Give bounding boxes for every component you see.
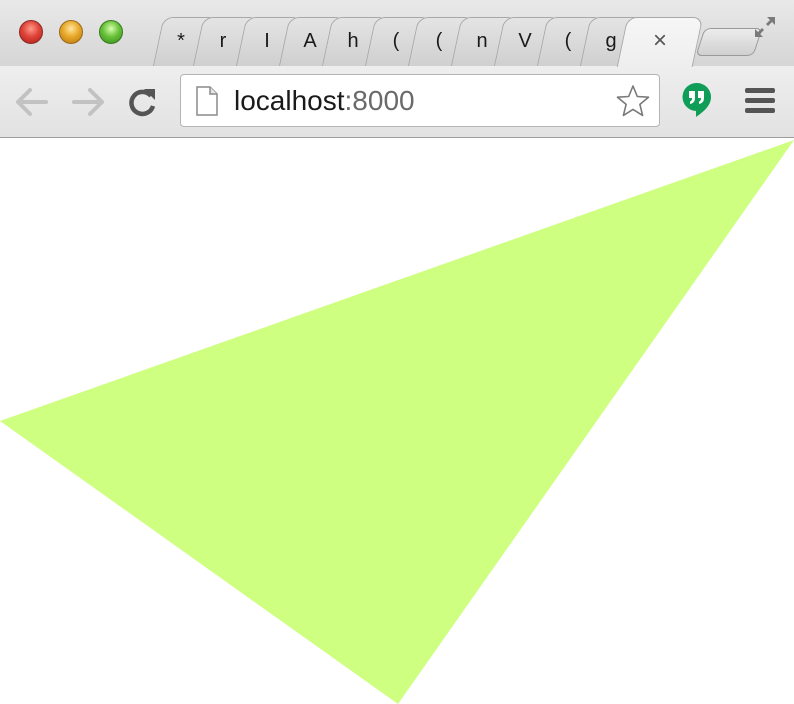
hamburger-menu-icon[interactable]: [744, 86, 776, 116]
tab-label: (: [435, 30, 443, 52]
tab-label: I: [264, 30, 270, 52]
tab-label: *: [177, 30, 185, 52]
tab-label: h: [347, 30, 359, 52]
tab-label: (: [564, 30, 572, 52]
minimize-window-button[interactable]: [59, 20, 83, 44]
browser-window: * r I A h ( ( n V ( g × localhost:8000: [0, 0, 794, 704]
tab-label: A: [303, 30, 317, 52]
fullscreen-icon[interactable]: [752, 14, 778, 40]
page-icon: [196, 86, 218, 116]
reload-icon[interactable]: [124, 84, 160, 120]
tab-label: n: [476, 30, 488, 52]
url-text: localhost:8000: [234, 86, 415, 116]
tab-label: V: [518, 30, 532, 52]
toolbar: localhost:8000: [0, 66, 794, 138]
zoom-window-button[interactable]: [99, 20, 123, 44]
canvas: [0, 140, 794, 704]
url-host: localhost: [234, 85, 345, 116]
close-window-button[interactable]: [19, 20, 43, 44]
back-arrow-icon[interactable]: [14, 84, 50, 120]
green-triangle: [0, 140, 794, 704]
tab-label: g: [605, 30, 617, 52]
close-tab-button[interactable]: ×: [648, 27, 672, 55]
tab-label: r: [219, 30, 227, 52]
forward-arrow-icon[interactable]: [70, 84, 106, 120]
tab-strip: * r I A h ( ( n V ( g ×: [0, 0, 794, 67]
page-content: [0, 138, 794, 704]
hangouts-icon[interactable]: [682, 82, 712, 118]
url-port: :8000: [344, 85, 415, 116]
tab-label: (: [392, 30, 400, 52]
address-bar[interactable]: localhost:8000: [180, 74, 660, 127]
star-icon[interactable]: [616, 84, 650, 118]
